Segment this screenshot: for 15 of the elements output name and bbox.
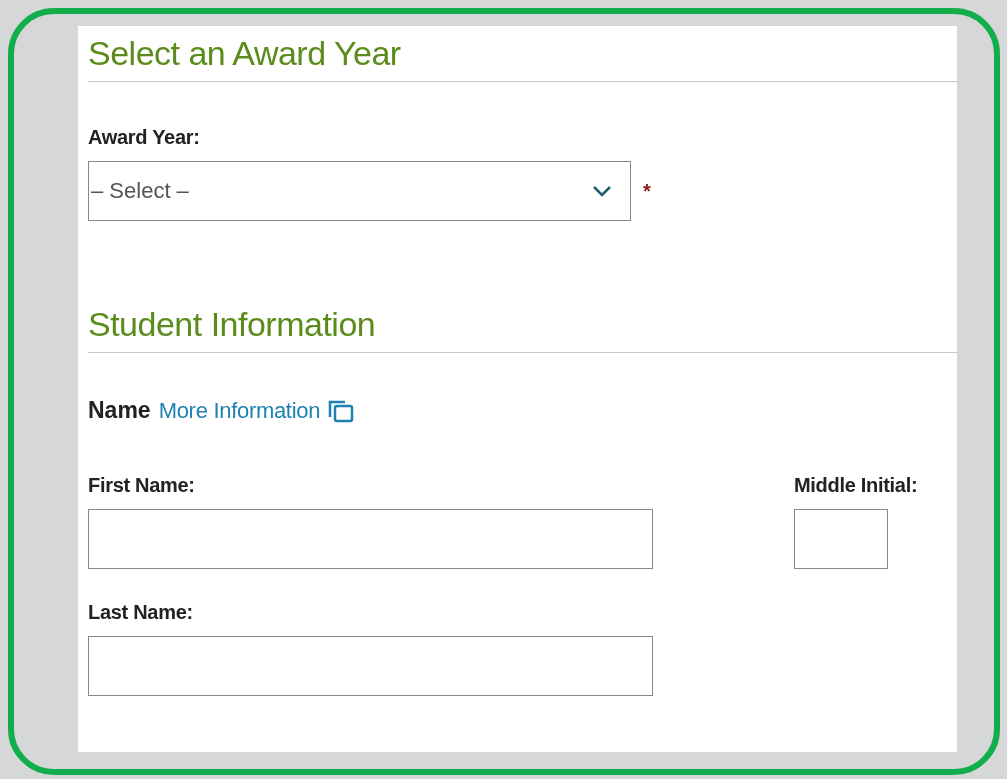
field-label: Last Name: [88,601,193,624]
first-name-field[interactable] [88,509,653,569]
field-label: First Name: [88,474,195,497]
last-name-field[interactable] [88,636,653,696]
name-label: Name [88,397,151,424]
chevron-down-icon [592,185,612,197]
field-label: Award Year: [88,126,200,149]
award-year-select[interactable]: – Select – [88,161,631,221]
field-label: Middle Initial: [794,474,918,497]
middle-initial-field[interactable] [794,509,888,569]
more-information-link[interactable]: More Information [158,397,321,424]
required-mark: * [643,179,651,203]
section-heading: Select an Award Year [88,34,957,82]
section-heading: Student Information [88,305,957,353]
copy-icon [328,398,355,423]
